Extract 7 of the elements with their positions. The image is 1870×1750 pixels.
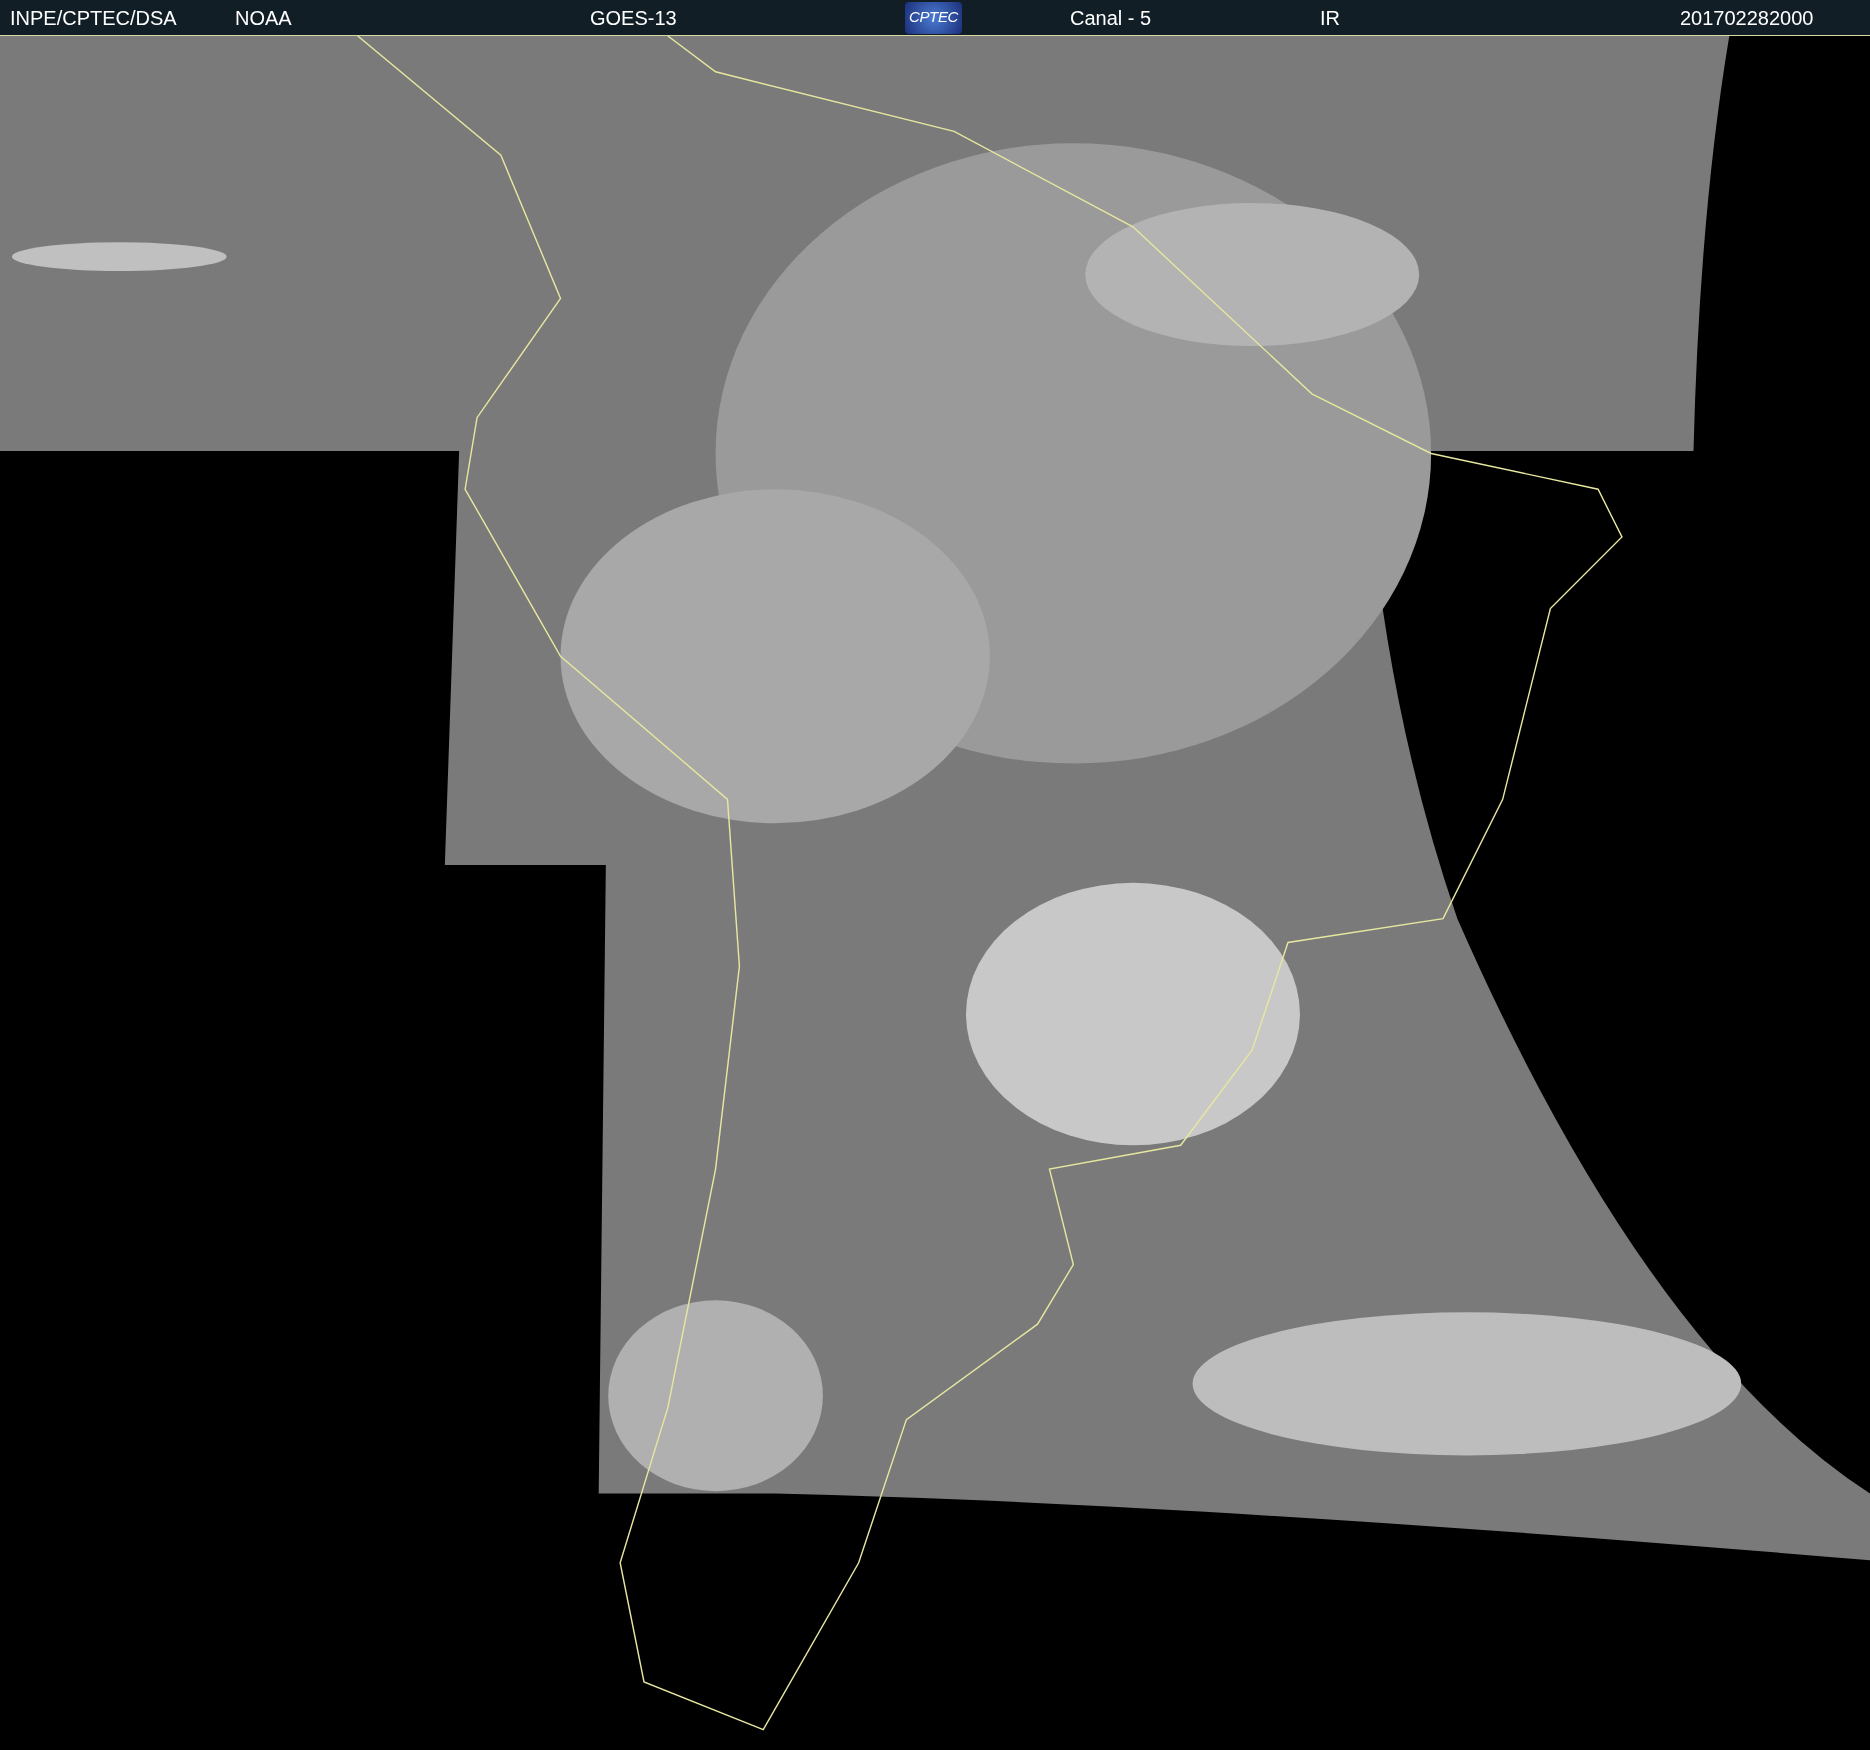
cptec-logo: CPTEC bbox=[905, 1, 962, 34]
header-label: 201702282000 bbox=[1680, 5, 1814, 31]
header-label: INPE/CPTEC/DSA bbox=[10, 5, 177, 31]
header-label: NOAA bbox=[235, 5, 292, 31]
header-label: Canal - 5 bbox=[1070, 5, 1152, 31]
header-label: GOES-13 bbox=[590, 5, 677, 31]
header-label: IR bbox=[1320, 5, 1340, 31]
